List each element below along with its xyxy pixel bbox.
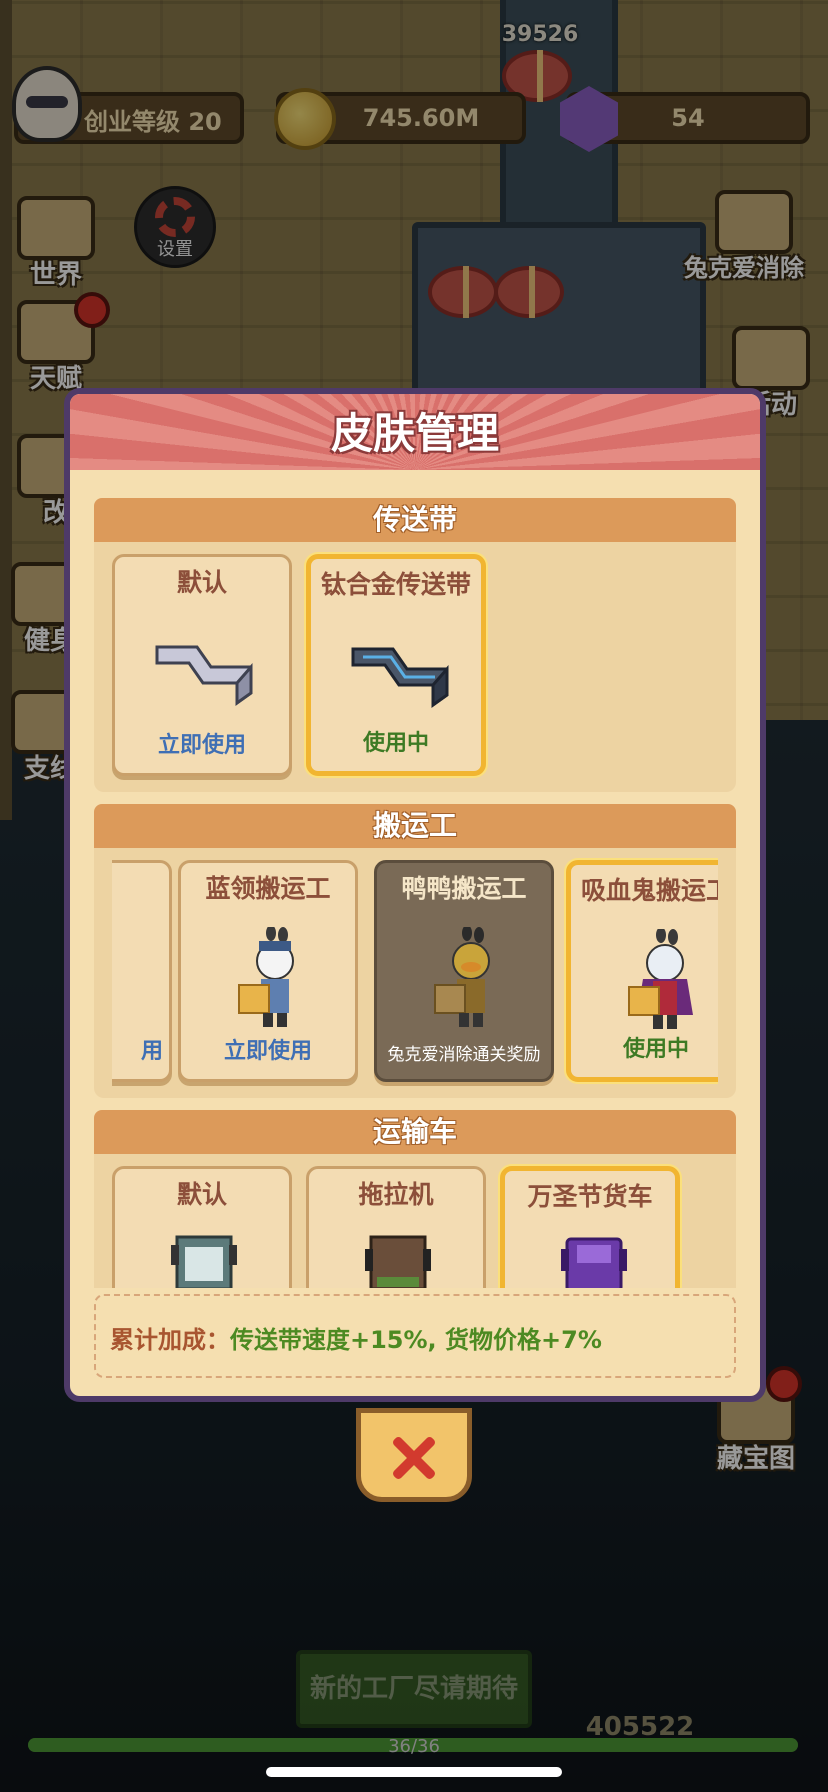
- section-title: 搬运工: [94, 804, 736, 848]
- use-now-button[interactable]: 用: [112, 1033, 169, 1065]
- bonus-value: 传送带速度+15%, 货物价格+7%: [230, 1326, 602, 1354]
- bunny-porter-blue-icon: [238, 927, 294, 1027]
- skin-card-default-belt[interactable]: 默认 立即使用: [112, 554, 292, 776]
- skin-card-tractor[interactable]: 拖拉机: [306, 1166, 486, 1288]
- section-title: 运输车: [94, 1110, 736, 1154]
- skin-card-duck-porter[interactable]: 鸭鸭搬运工 兔克爱消除通关奖励: [374, 860, 554, 1082]
- truck-default-icon: [171, 1235, 237, 1288]
- skin-card-titanium-belt[interactable]: 钛合金传送带 使用中: [306, 554, 486, 776]
- skin-name: 默认: [176, 568, 227, 597]
- silver-belt-icon: [155, 645, 253, 706]
- skin-name: 蓝领搬运工: [205, 874, 331, 903]
- use-now-button[interactable]: 立即使用: [115, 727, 289, 759]
- bonus-label: 累计加成：: [110, 1326, 230, 1354]
- tractor-icon: [365, 1235, 431, 1288]
- in-use-status: 使用中: [362, 731, 429, 756]
- skin-card-vampire-porter[interactable]: 吸血鬼搬运工 使用中: [566, 860, 718, 1082]
- skin-name: 鸭鸭搬运工: [401, 874, 527, 903]
- truck-card-row[interactable]: 默认 拖拉机 万圣节货车: [112, 1154, 718, 1288]
- skin-name: 万圣节货车: [527, 1182, 653, 1211]
- bunny-porter-vampire-icon: [628, 929, 693, 1029]
- dialog-title: 皮肤管理: [330, 409, 499, 458]
- section-title: 传送带: [94, 498, 736, 542]
- skin-card-halloween-truck[interactable]: 万圣节货车: [500, 1166, 680, 1288]
- titanium-belt-icon: [351, 647, 449, 708]
- use-now-button[interactable]: 立即使用: [181, 1033, 355, 1065]
- skin-name: 钛合金传送带: [320, 570, 471, 599]
- skin-management-dialog: 皮肤管理 传送带 默认 立即使用 钛合金传送带 使用中 搬运工 用 蓝领搬运工 …: [64, 388, 766, 1402]
- conveyor-section: 传送带 默认 立即使用 钛合金传送带 使用中: [94, 498, 736, 792]
- skin-name: 吸血鬼搬运工: [580, 876, 718, 905]
- close-button[interactable]: [356, 1408, 472, 1502]
- home-indicator[interactable]: [266, 1767, 562, 1777]
- skin-card-default-truck[interactable]: 默认: [112, 1166, 292, 1288]
- skin-card-bluecollar-porter[interactable]: 蓝领搬运工 立即使用: [178, 860, 358, 1082]
- skin-name: 拖拉机: [358, 1180, 434, 1209]
- total-bonus-line: 累计加成：传送带速度+15%, 货物价格+7%: [110, 1320, 602, 1355]
- total-bonus-panel: 累计加成：传送带速度+15%, 货物价格+7%: [94, 1294, 736, 1378]
- in-use-status: 使用中: [622, 1037, 689, 1062]
- bunny-porter-duck-icon: [434, 927, 490, 1027]
- skin-name: 默认: [176, 1180, 227, 1209]
- close-icon: [391, 1435, 435, 1479]
- dialog-scroll-area[interactable]: 传送带 默认 立即使用 钛合金传送带 使用中 搬运工 用 蓝领搬运工 立即使用 …: [94, 498, 736, 1288]
- halloween-truck-icon: [561, 1237, 627, 1288]
- truck-section: 运输车 默认 拖拉机 万圣节货车: [94, 1110, 736, 1288]
- porter-card-row[interactable]: 用 蓝领搬运工 立即使用 鸭鸭搬运工 兔克爱消除通关奖励 吸血鬼搬运工 使用中: [112, 848, 718, 1098]
- porter-section: 搬运工 用 蓝领搬运工 立即使用 鸭鸭搬运工 兔克爱消除通关奖励 吸血鬼搬运工 …: [94, 804, 736, 1098]
- skin-card-porter-partial[interactable]: 用: [112, 860, 172, 1082]
- unlock-condition-text: 兔克爱消除通关奖励: [387, 1045, 541, 1065]
- conveyor-card-row[interactable]: 默认 立即使用 钛合金传送带 使用中: [112, 542, 718, 792]
